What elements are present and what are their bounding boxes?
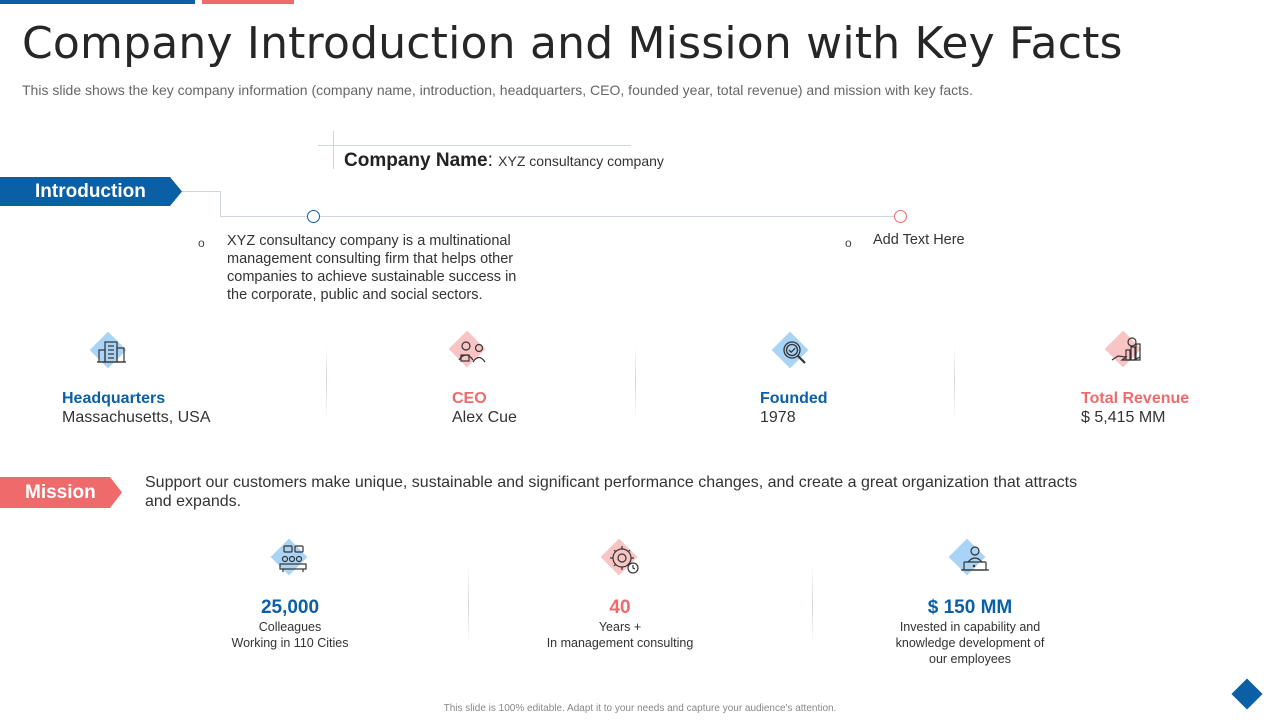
stat-desc-line: In management consulting	[546, 636, 694, 650]
connector-intro-down	[220, 191, 221, 217]
page-title: Company Introduction and Mission with Ke…	[22, 18, 1123, 69]
money-hand-icon	[1104, 330, 1148, 374]
ceo-icon	[448, 330, 492, 374]
stat-desc-line: Colleagues	[258, 620, 322, 634]
stat-desc-line: Years +	[598, 620, 642, 634]
connector-top-line	[318, 145, 631, 146]
fact-value-ceo: Alex Cue	[452, 409, 517, 426]
stat-colleagues: 25,000 Colleagues Working in 110 Cities	[180, 597, 400, 651]
timeline-line	[220, 216, 902, 217]
introduction-badge-label: Introduction	[35, 180, 146, 202]
stat-number: 40	[609, 597, 631, 618]
stat-years: 40 Years + In management consulting	[510, 597, 730, 651]
stat-divider	[468, 565, 469, 645]
fact-value-founded: 1978	[760, 409, 796, 426]
laptop-user-icon	[948, 538, 992, 582]
timeline-node-red	[894, 210, 907, 223]
fact-value-total-revenue: $ 5,415 MM	[1081, 409, 1166, 426]
stat-number: $ 150 MM	[927, 597, 1013, 618]
fact-label-total-revenue: Total Revenue	[1081, 390, 1190, 407]
bullet-marker-left: o	[198, 236, 205, 250]
bullet-marker-right: o	[845, 236, 852, 250]
company-name: Company Name: XYZ consultancy company	[344, 150, 664, 172]
team-meeting-icon	[270, 538, 314, 582]
top-accent-bar-red	[202, 0, 294, 4]
fact-divider	[326, 345, 327, 420]
stat-investment: $ 150 MM Invested in capability and know…	[860, 597, 1080, 667]
mission-text: Support our customers make unique, susta…	[145, 474, 1078, 510]
introduction-text: XYZ consultancy company is a multination…	[227, 233, 517, 303]
fact-value-headquarters: Massachusetts, USA	[62, 409, 211, 426]
fact-label-founded: Founded	[760, 390, 828, 407]
stat-desc-line: Invested in capability and	[899, 620, 1041, 634]
company-name-value: XYZ consultancy company	[498, 153, 664, 169]
mission-badge-label: Mission	[25, 481, 96, 503]
stat-desc-line: Working in 110 Cities	[231, 636, 349, 650]
fact-label-ceo: CEO	[452, 390, 487, 407]
fact-divider	[635, 345, 636, 420]
building-icon	[88, 330, 132, 374]
introduction-placeholder-text: Add Text Here	[873, 232, 965, 248]
stat-desc-line: knowledge development of	[895, 636, 1045, 650]
gear-clock-icon	[600, 538, 644, 582]
introduction-badge: Introduction	[0, 177, 182, 206]
fact-label-headquarters: Headquarters	[62, 390, 166, 407]
footer-note: This slide is 100% editable. Adapt it to…	[443, 703, 837, 714]
stat-desc-line: our employees	[929, 652, 1011, 666]
magnifier-check-icon	[770, 330, 814, 374]
stat-divider	[812, 565, 813, 645]
page-subtitle: This slide shows the key company informa…	[22, 82, 973, 98]
stat-number: 25,000	[260, 597, 320, 618]
company-name-separator: :	[487, 150, 499, 171]
connector-intro-out	[182, 191, 220, 192]
top-accent-bar-blue	[0, 0, 195, 4]
company-name-label: Company Name	[344, 150, 488, 171]
timeline-node-blue	[307, 210, 320, 223]
mission-badge: Mission	[0, 477, 122, 508]
fact-divider	[954, 345, 955, 420]
connector-vertical-top	[333, 131, 334, 169]
